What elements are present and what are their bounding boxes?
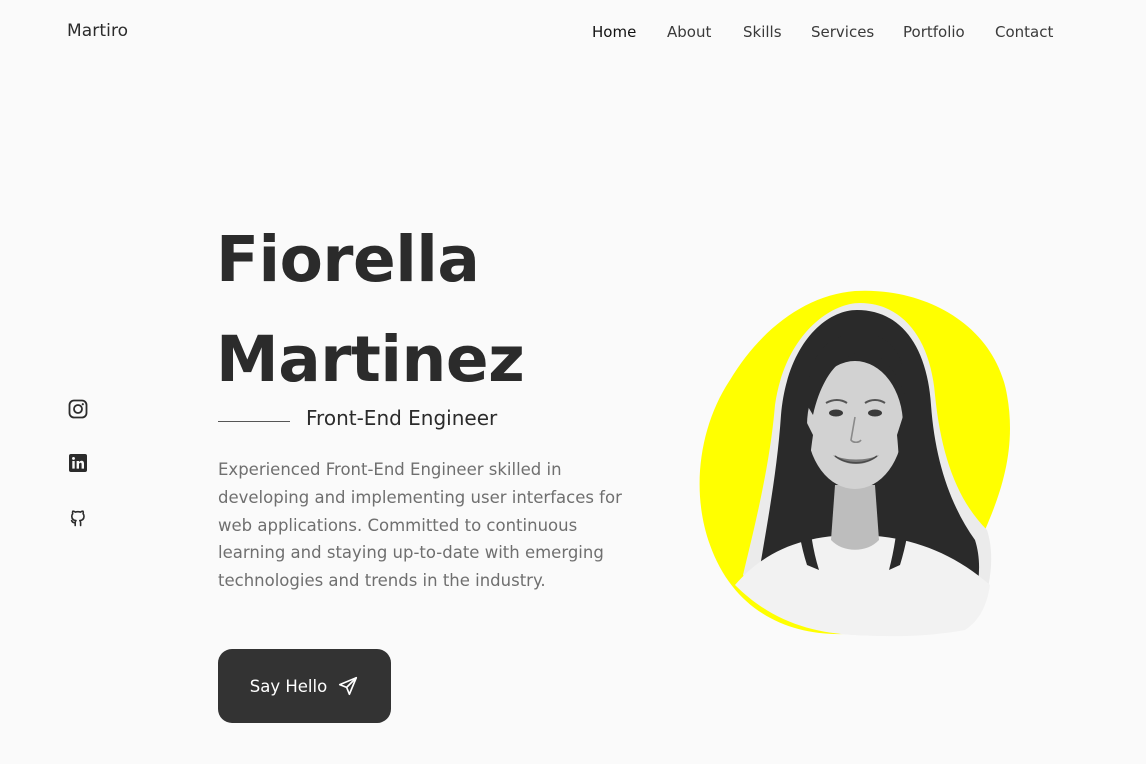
github-icon[interactable] (68, 507, 88, 527)
nav-about[interactable]: About (667, 23, 711, 41)
nav-contact[interactable]: Contact (995, 23, 1053, 41)
hero-name: Fiorella Martinez (216, 210, 525, 410)
nav-home[interactable]: Home (592, 23, 636, 41)
say-hello-button[interactable]: Say Hello (218, 649, 391, 723)
hero-last-name: Martinez (216, 323, 525, 396)
social-links (68, 399, 88, 527)
hero-description: Experienced Front-End Engineer skilled i… (218, 460, 622, 591)
hero-first-name: Fiorella (216, 223, 480, 296)
send-icon (339, 676, 358, 696)
profile-photo (699, 290, 1010, 637)
page: Martiro Home About Skills Services Portf… (0, 0, 1146, 764)
say-hello-label: Say Hello (249, 676, 328, 696)
subtitle-divider (218, 421, 290, 422)
main-nav: Home About Skills Services Portfolio Con… (0, 23, 1146, 43)
nav-services[interactable]: Services (811, 23, 874, 41)
nav-skills[interactable]: Skills (743, 23, 782, 41)
linkedin-icon[interactable] (68, 453, 88, 473)
hero-subtitle: Front-End Engineer (306, 406, 498, 430)
instagram-icon[interactable] (68, 399, 88, 419)
nav-portfolio[interactable]: Portfolio (903, 23, 965, 41)
